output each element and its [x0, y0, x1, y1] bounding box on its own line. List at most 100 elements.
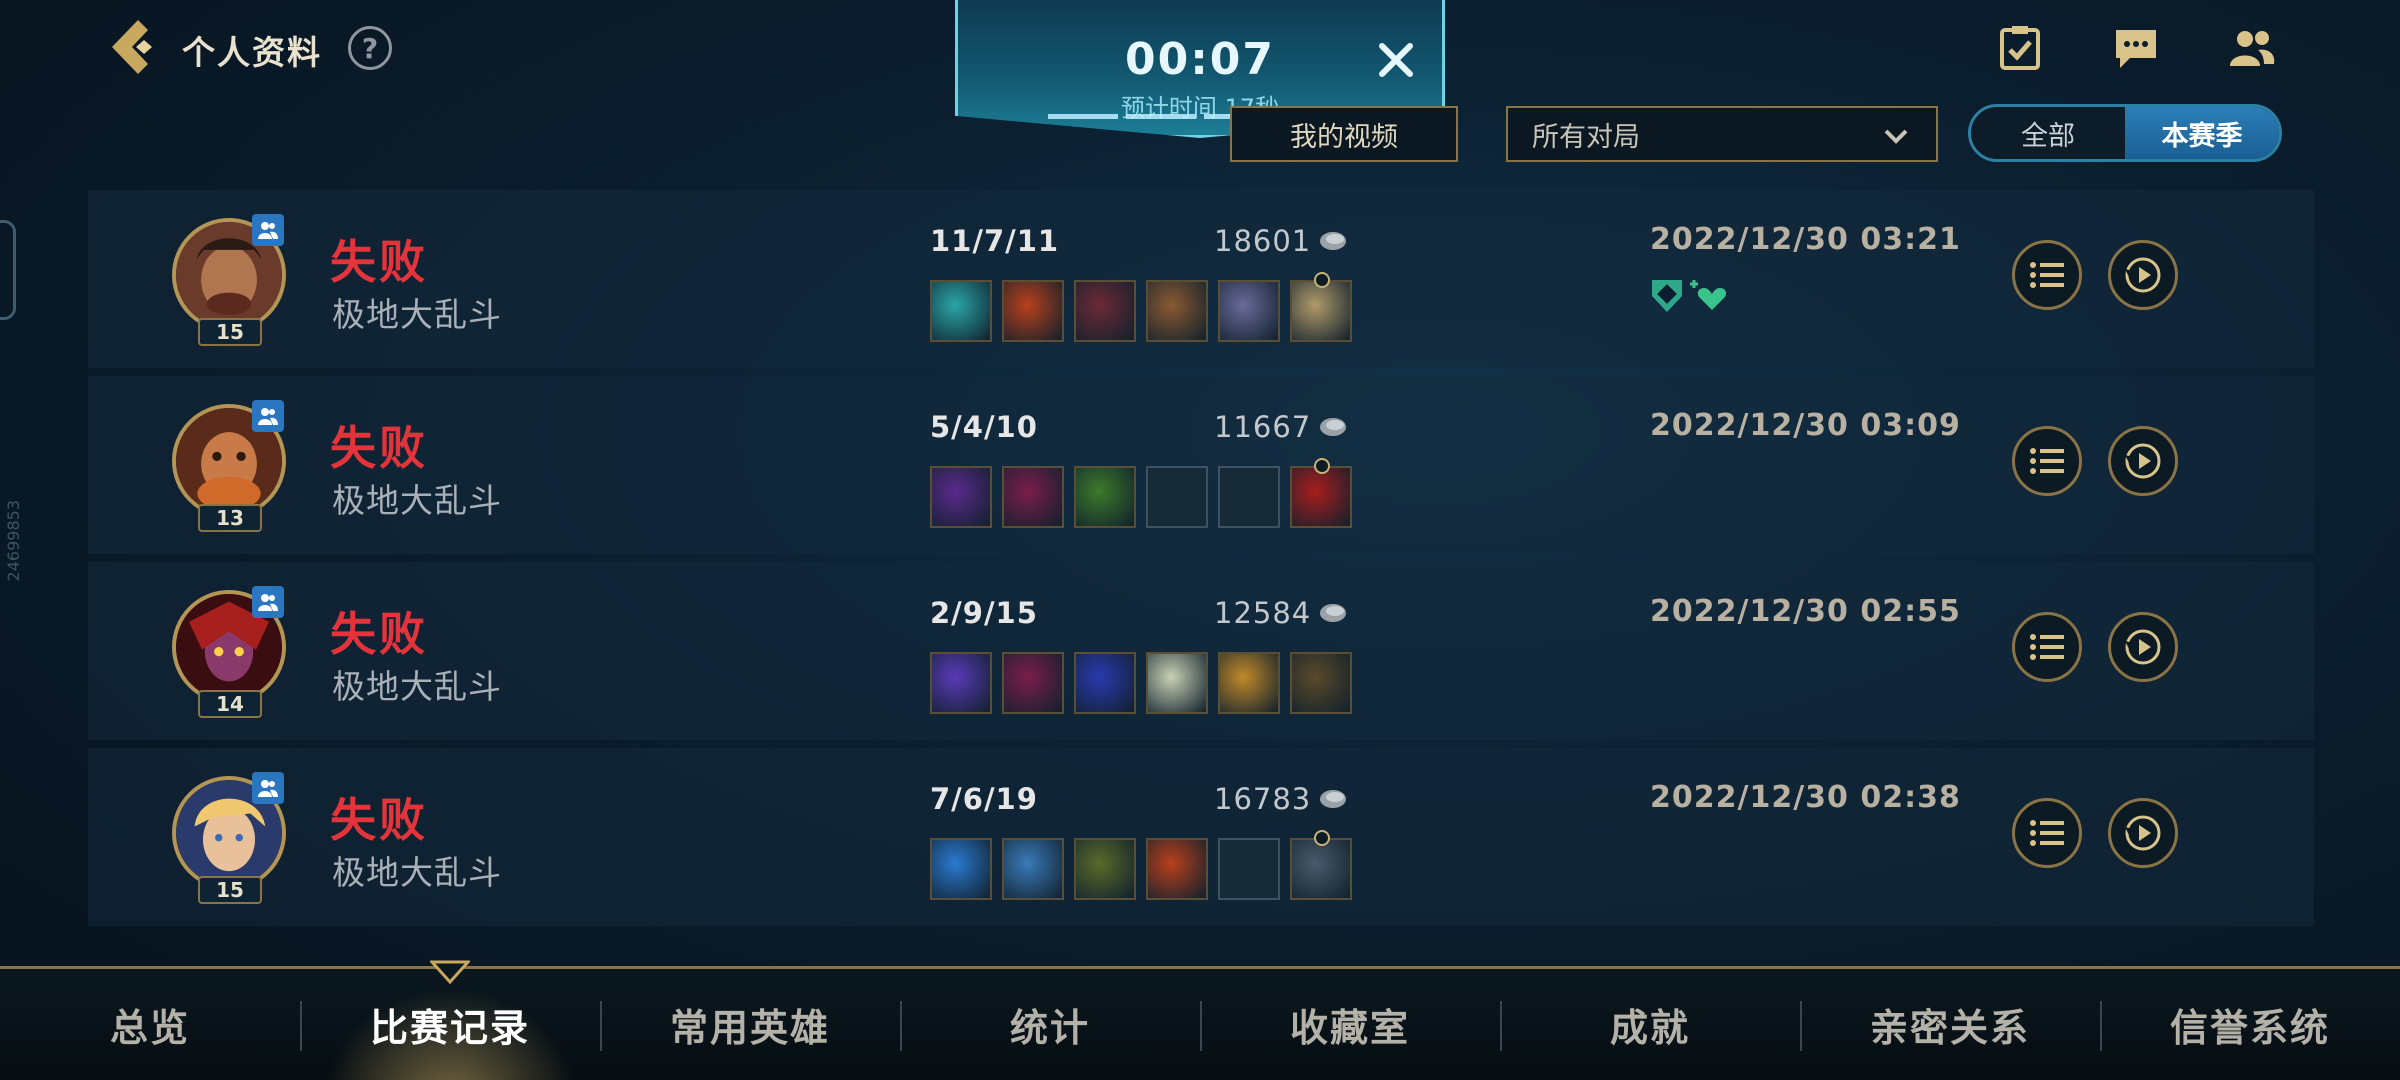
- item-slot[interactable]: [1218, 652, 1280, 714]
- item-slot[interactable]: [930, 280, 992, 342]
- item-slot[interactable]: [1218, 466, 1280, 528]
- item-slot[interactable]: [930, 466, 992, 528]
- item-slot[interactable]: [1002, 838, 1064, 900]
- chat-icon[interactable]: [2112, 24, 2160, 72]
- replay-icon: [2125, 257, 2161, 293]
- item-slot[interactable]: [1002, 280, 1064, 342]
- match-details-button[interactable]: [2012, 612, 2082, 682]
- replay-icon: [2125, 443, 2161, 479]
- tab-achievements[interactable]: 成就: [1500, 969, 1800, 1080]
- match-result: 失败: [330, 793, 428, 847]
- item-slot[interactable]: [1002, 466, 1064, 528]
- item-slot[interactable]: [1290, 652, 1352, 714]
- replay-button[interactable]: [2108, 240, 2178, 310]
- match-date: 2022/12/30 03:21: [1650, 222, 1961, 257]
- season-toggle[interactable]: 全部 本赛季: [1968, 104, 2282, 162]
- help-icon[interactable]: ?: [348, 26, 392, 70]
- match-row[interactable]: 15 失败 极地大乱斗 11/7/11 18601 2022/12/30 03:…: [88, 190, 2314, 368]
- item-slots: [930, 458, 1352, 528]
- party-icon: [252, 214, 284, 246]
- party-icon: [252, 772, 284, 804]
- gold-coin-icon: [1320, 604, 1346, 622]
- tab-overview[interactable]: 总览: [0, 969, 300, 1080]
- replay-icon: [2125, 629, 2161, 665]
- game-mode: 极地大乱斗: [332, 853, 502, 892]
- item-slot[interactable]: [1218, 838, 1280, 900]
- match-details-button[interactable]: [2012, 426, 2082, 496]
- match-row[interactable]: 15 失败 极地大乱斗 7/6/19 16783 2022/12/30 02:3…: [88, 748, 2314, 926]
- side-id-text: 24699853: [4, 500, 23, 582]
- item-slot[interactable]: [1074, 838, 1136, 900]
- bottom-tab-bar: 总览 比赛记录 常用英雄 统计 收藏室 成就 亲密关系 信誉系统: [0, 966, 2400, 1080]
- item-slot[interactable]: [1074, 466, 1136, 528]
- replay-button[interactable]: [2108, 426, 2178, 496]
- champion-level: 15: [198, 318, 262, 346]
- party-icon: [252, 586, 284, 618]
- my-videos-button[interactable]: 我的视频: [1230, 106, 1458, 162]
- list-icon: [2030, 634, 2064, 660]
- segment-all[interactable]: 全部: [1971, 107, 2125, 159]
- game-mode: 极地大乱斗: [332, 295, 502, 334]
- gold-amount: 11667: [1214, 410, 1312, 444]
- kda: 2/9/15: [930, 596, 1038, 630]
- tab-stats[interactable]: 统计: [900, 969, 1200, 1080]
- match-date: 2022/12/30 02:55: [1650, 594, 1961, 629]
- item-slot[interactable]: [1146, 652, 1208, 714]
- item-slot[interactable]: [1074, 652, 1136, 714]
- gold-amount: 16783: [1214, 782, 1312, 816]
- champion-level: 15: [198, 876, 262, 904]
- side-drawer-handle[interactable]: [0, 220, 16, 320]
- list-icon: [2030, 262, 2064, 288]
- close-icon[interactable]: [1374, 38, 1418, 82]
- friends-icon[interactable]: [2228, 24, 2276, 72]
- match-filter-select[interactable]: 所有对局: [1506, 106, 1938, 162]
- honor-badge-icon: [1652, 280, 1727, 312]
- item-slot[interactable]: [1146, 280, 1208, 342]
- item-slot[interactable]: [1218, 280, 1280, 342]
- champion-level: 14: [198, 690, 262, 718]
- tab-relationships[interactable]: 亲密关系: [1800, 969, 2100, 1080]
- item-slot[interactable]: [1146, 466, 1208, 528]
- match-details-button[interactable]: [2012, 798, 2082, 868]
- list-icon: [2030, 448, 2064, 474]
- party-icon: [252, 400, 284, 432]
- active-tab-marker-icon: [430, 960, 470, 984]
- item-slot[interactable]: [1290, 458, 1352, 528]
- item-slot[interactable]: [1146, 838, 1208, 900]
- back-arrow-icon[interactable]: [108, 18, 164, 76]
- gold-coin-icon: [1320, 232, 1346, 250]
- champion-level: 13: [198, 504, 262, 532]
- kda: 5/4/10: [930, 410, 1038, 444]
- item-slot[interactable]: [1074, 280, 1136, 342]
- match-date: 2022/12/30 02:38: [1650, 780, 1961, 815]
- tab-collection[interactable]: 收藏室: [1200, 969, 1500, 1080]
- tab-match-history[interactable]: 比赛记录: [300, 969, 600, 1080]
- page-title: 个人资料: [182, 33, 322, 72]
- tab-honor-system[interactable]: 信誉系统: [2100, 969, 2400, 1080]
- gold-amount: 12584: [1214, 596, 1312, 630]
- match-result: 失败: [330, 235, 428, 289]
- match-date: 2022/12/30 03:09: [1650, 408, 1961, 443]
- match-filter-value: 所有对局: [1532, 121, 1640, 153]
- replay-button[interactable]: [2108, 798, 2178, 868]
- tab-champions[interactable]: 常用英雄: [600, 969, 900, 1080]
- item-slot[interactable]: [930, 652, 992, 714]
- item-slots: [930, 830, 1352, 900]
- list-icon: [2030, 820, 2064, 846]
- item-slot[interactable]: [1290, 272, 1352, 342]
- match-details-button[interactable]: [2012, 240, 2082, 310]
- game-mode: 极地大乱斗: [332, 667, 502, 706]
- match-row[interactable]: 14 失败 极地大乱斗 2/9/15 12584 2022/12/30 02:5…: [88, 562, 2314, 740]
- item-slot[interactable]: [930, 838, 992, 900]
- segment-this-season[interactable]: 本赛季: [2125, 107, 2279, 159]
- item-slot[interactable]: [1290, 830, 1352, 900]
- item-slot[interactable]: [1002, 652, 1064, 714]
- match-result: 失败: [330, 421, 428, 475]
- gold-coin-icon: [1320, 790, 1346, 808]
- replay-button[interactable]: [2108, 612, 2178, 682]
- checklist-icon[interactable]: [1996, 24, 2044, 72]
- kda: 11/7/11: [930, 224, 1060, 258]
- replay-icon: [2125, 815, 2161, 851]
- chevron-down-icon: [1884, 129, 1908, 144]
- match-row[interactable]: 13 失败 极地大乱斗 5/4/10 11667 2022/12/30 03:0…: [88, 376, 2314, 554]
